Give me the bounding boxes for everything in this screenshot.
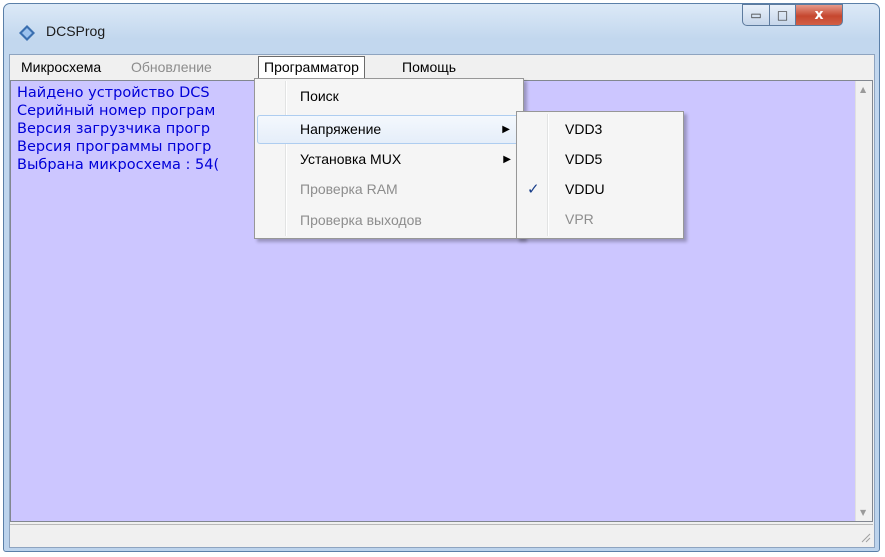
voltage-submenu: VDD3 VDD5 ✓ VDDU VPR	[516, 111, 684, 239]
menu-item-label: VDDU	[565, 181, 605, 197]
menu-item-label: Проверка выходов	[300, 212, 422, 228]
close-icon: x	[814, 7, 824, 23]
maximize-button[interactable]: □	[769, 4, 796, 26]
menu-item-check-ram[interactable]: Проверка RAM	[257, 175, 521, 204]
log-line: Найдено устройство DCS	[17, 85, 210, 101]
minimize-icon: ▭	[750, 8, 762, 22]
menu-item-label: VDD5	[565, 151, 603, 167]
menu-bar: Микросхема Обновление Программатор Помощ…	[10, 55, 874, 79]
log-line: Версия программы прогр	[17, 139, 212, 155]
menu-update[interactable]: Обновление	[126, 56, 217, 78]
menu-item-mux[interactable]: Установка MUX ▶	[257, 145, 521, 174]
menu-microchip[interactable]: Микросхема	[16, 56, 106, 78]
menu-item-label: Проверка RAM	[300, 181, 398, 197]
menu-item-voltage[interactable]: Напряжение ▶	[257, 115, 521, 144]
menu-item-vdd5[interactable]: VDD5	[519, 145, 681, 174]
programmer-dropdown: Поиск Напряжение ▶ Установка MUX ▶ Проверк…	[254, 78, 524, 239]
chevron-right-icon: ▶	[502, 124, 510, 135]
menu-item-vpr[interactable]: VPR	[519, 205, 681, 234]
menu-item-vdd3[interactable]: VDD3	[519, 115, 681, 144]
log-line: Серийный номер програм	[17, 103, 216, 119]
menu-item-search[interactable]: Поиск	[257, 82, 521, 111]
log-line: Версия загрузчика прогр	[17, 121, 211, 137]
scroll-up-arrow-icon[interactable]: ▲	[860, 85, 866, 94]
menu-item-label: Установка MUX	[300, 151, 402, 167]
resize-grip-icon[interactable]	[859, 531, 871, 543]
minimize-button[interactable]: ▭	[742, 4, 770, 26]
menu-item-label: Поиск	[300, 88, 339, 104]
menu-help[interactable]: Помощь	[397, 56, 461, 78]
menu-item-label: Напряжение	[300, 121, 382, 137]
checkmark-icon: ✓	[527, 181, 540, 198]
log-line: Выбрана микросхема : 54(	[17, 157, 220, 173]
scroll-down-arrow-icon[interactable]: ▼	[860, 508, 866, 517]
menu-item-label: VPR	[565, 211, 594, 227]
vertical-scrollbar[interactable]: ▲ ▼	[855, 81, 872, 521]
menu-item-label: VDD3	[565, 121, 603, 137]
close-button[interactable]: x	[795, 4, 843, 26]
menu-item-vddu[interactable]: ✓ VDDU	[519, 175, 681, 204]
status-bar	[10, 524, 873, 545]
window-title: DCSProg	[46, 23, 106, 39]
app-diamond-icon	[19, 25, 35, 41]
chevron-right-icon: ▶	[503, 154, 511, 165]
maximize-icon: □	[776, 8, 789, 22]
menu-programmer[interactable]: Программатор	[258, 56, 365, 78]
menu-item-check-outputs[interactable]: Проверка выходов	[257, 206, 521, 235]
